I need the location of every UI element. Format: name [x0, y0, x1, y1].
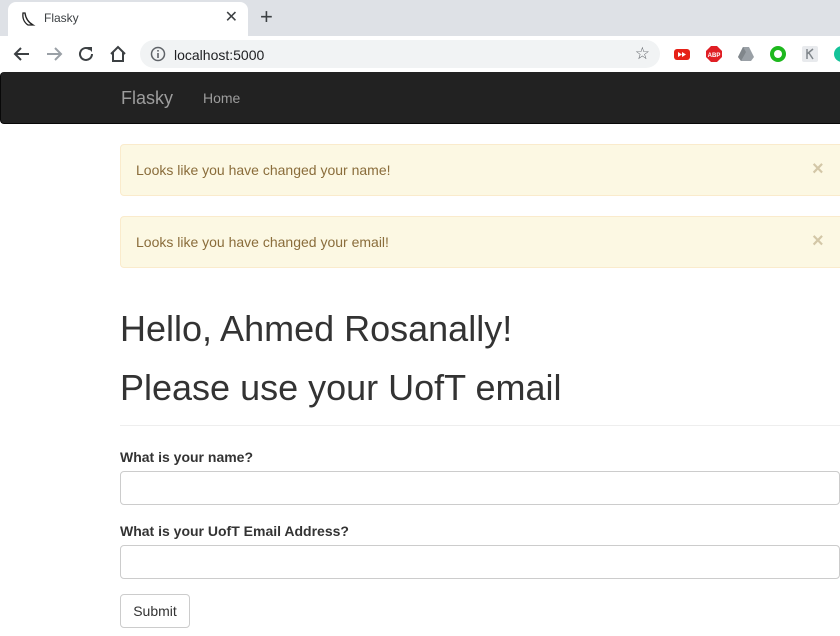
- svg-text:ABP: ABP: [708, 53, 721, 59]
- info-icon[interactable]: [150, 46, 166, 62]
- flash-alert-email: Looks like you have changed your email! …: [120, 216, 840, 268]
- navbar: Flasky Home: [0, 72, 840, 124]
- address-bar[interactable]: localhost:5000 ☆: [140, 40, 660, 68]
- close-icon[interactable]: ×: [812, 159, 824, 179]
- alert-message: Looks like you have changed your name!: [136, 162, 391, 178]
- nav-link-home[interactable]: Home: [203, 90, 240, 106]
- navbar-brand[interactable]: Flasky: [121, 88, 173, 109]
- alert-message: Looks like you have changed your email!: [136, 234, 389, 250]
- grammarly-icon[interactable]: [833, 45, 840, 63]
- flash-alert-name: Looks like you have changed your name! ×: [120, 144, 840, 196]
- name-label: What is your name?: [120, 449, 254, 465]
- keep-icon[interactable]: [801, 45, 819, 63]
- submit-button[interactable]: Submit: [120, 594, 190, 628]
- email-input[interactable]: [120, 545, 840, 579]
- forward-arrow-icon[interactable]: [44, 44, 64, 64]
- bookmark-star-icon[interactable]: ☆: [635, 44, 650, 64]
- back-arrow-icon[interactable]: [12, 44, 32, 64]
- email-label: What is your UofT Email Address?: [120, 523, 349, 539]
- name-input[interactable]: [120, 471, 840, 505]
- google-drive-icon[interactable]: [737, 45, 755, 63]
- greeting-heading: Hello, Ahmed Rosanally!: [120, 308, 513, 349]
- browser-tab[interactable]: Flasky ✕: [8, 2, 248, 36]
- youtube-icon[interactable]: [673, 45, 691, 63]
- close-icon[interactable]: ×: [812, 231, 824, 251]
- grammar-extension-icon[interactable]: [769, 45, 787, 63]
- home-icon[interactable]: [108, 44, 128, 64]
- adblock-plus-icon[interactable]: ABP: [705, 45, 723, 63]
- tab-title: Flasky: [44, 11, 79, 25]
- flask-horn-icon: [22, 12, 36, 26]
- url-text[interactable]: localhost:5000: [174, 47, 264, 63]
- divider: [120, 425, 840, 426]
- new-tab-button[interactable]: +: [260, 6, 273, 28]
- close-tab-icon[interactable]: ✕: [225, 9, 238, 27]
- email-instruction-heading: Please use your UofT email: [120, 367, 562, 408]
- tab-strip: Flasky ✕ +: [0, 0, 840, 36]
- browser-toolbar: localhost:5000 ☆ ABP: [0, 36, 840, 72]
- reload-icon[interactable]: [76, 44, 96, 64]
